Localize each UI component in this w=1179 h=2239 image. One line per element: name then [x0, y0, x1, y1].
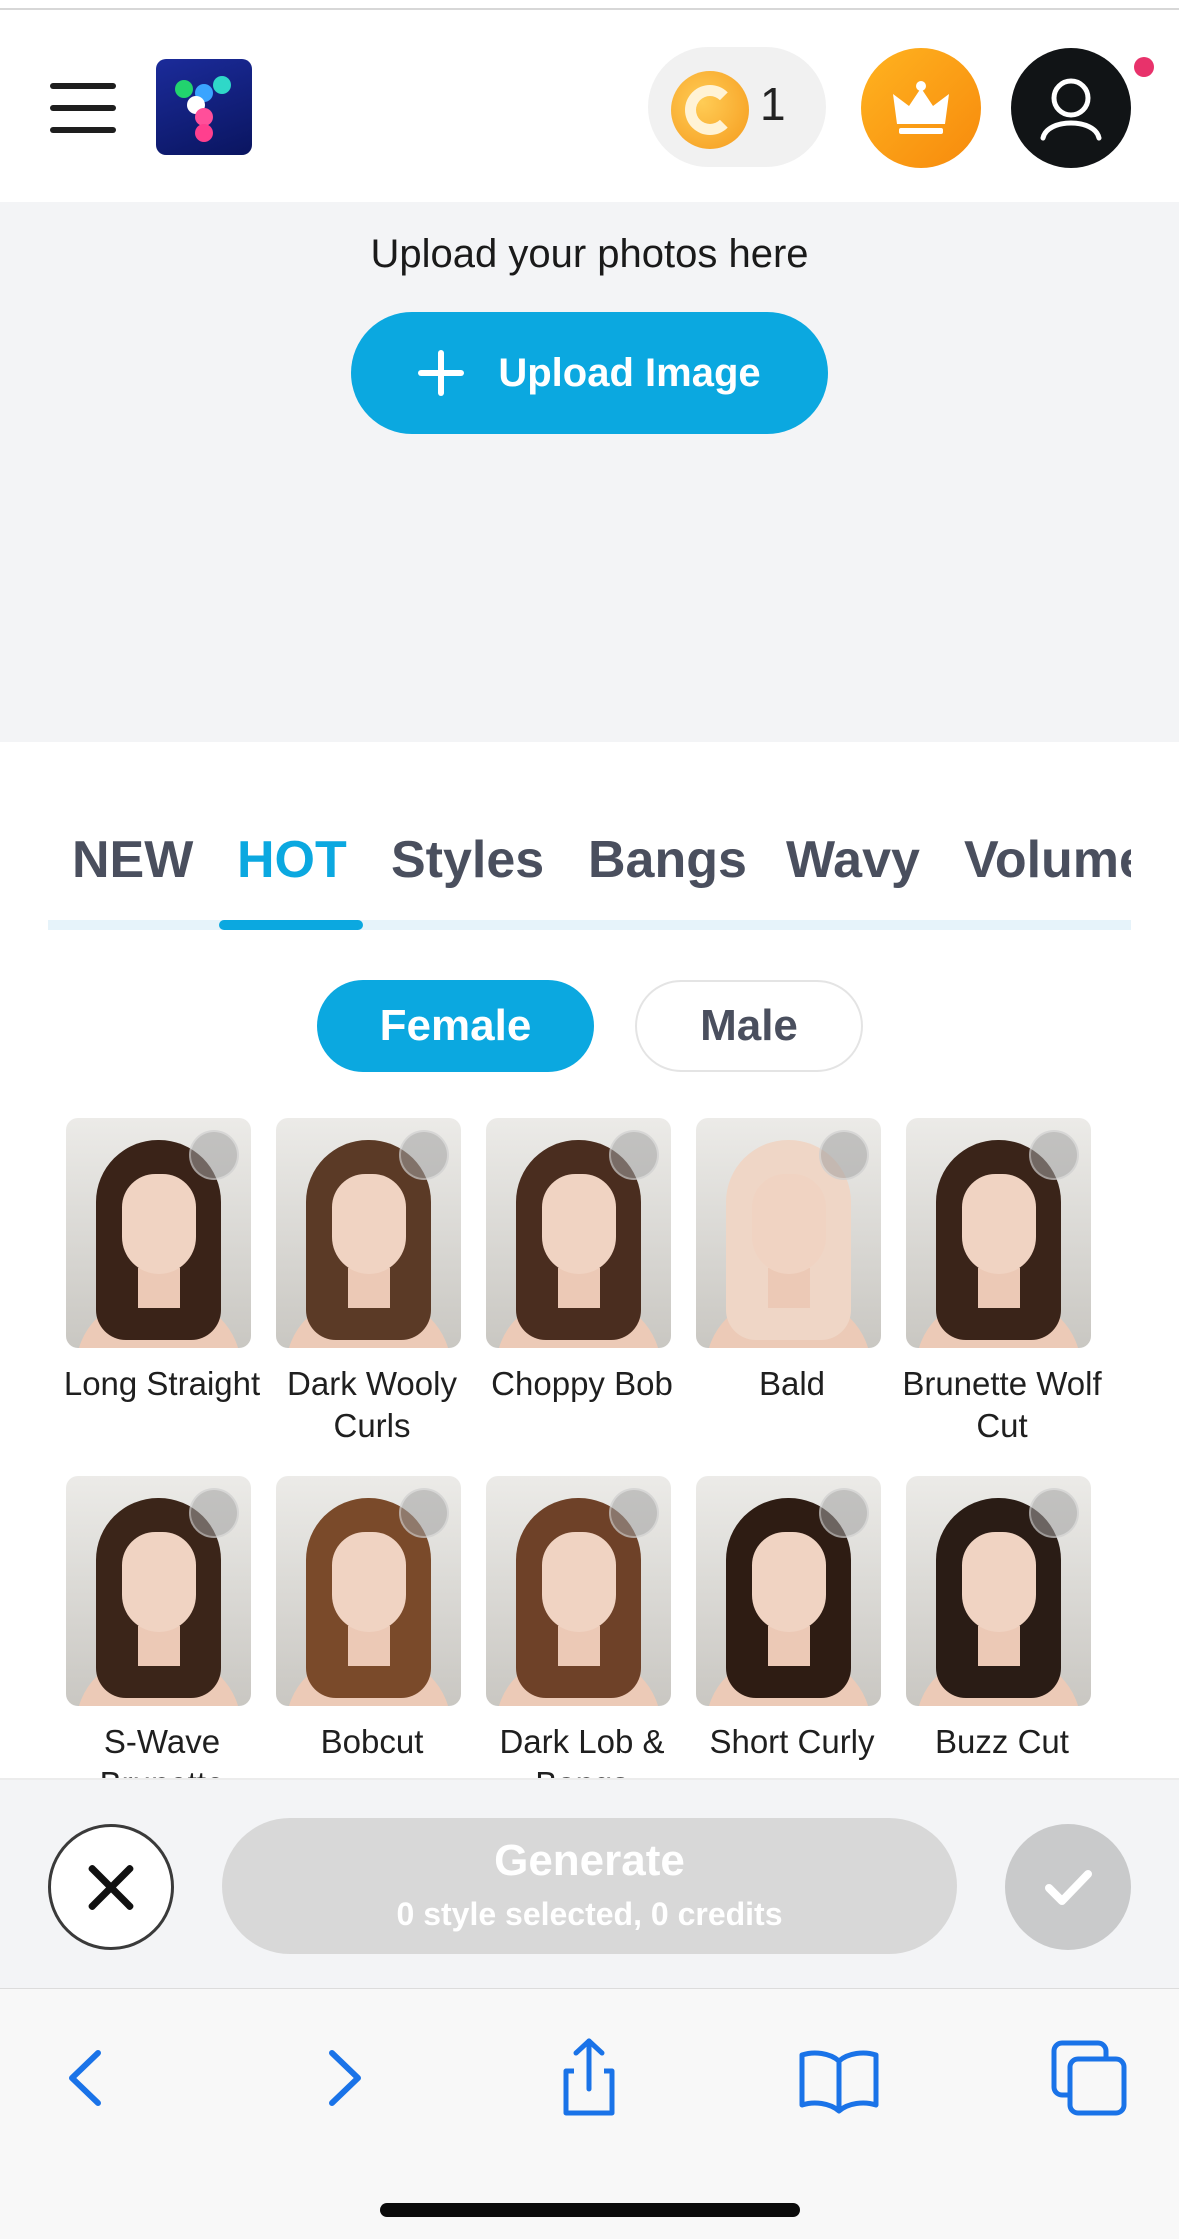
back-icon[interactable] — [42, 2033, 132, 2123]
hairstyle-thumbnail — [276, 1118, 461, 1348]
crown-icon — [893, 81, 949, 134]
generate-subtitle: 0 style selected, 0 credits — [396, 1896, 783, 1932]
select-radio-icon[interactable] — [819, 1488, 869, 1538]
confirm-button[interactable] — [1005, 1824, 1131, 1950]
active-tab-indicator — [219, 920, 363, 930]
action-bar: Generate 0 style selected, 0 credits — [0, 1778, 1179, 1988]
checkmark-icon — [1045, 1870, 1092, 1905]
hairstyle-name: Buzz Cut — [935, 1723, 1069, 1760]
close-icon[interactable] — [48, 1824, 174, 1950]
upload-dropzone[interactable]: Upload your photos here Upload Image — [0, 202, 1179, 742]
tab-bangs[interactable]: Bangs — [588, 830, 747, 890]
hairstyle-name: Dark Lob & Bangs — [499, 1723, 665, 1778]
hairstyle-thumbnail — [906, 1476, 1091, 1706]
male-filter-button[interactable]: Male — [635, 980, 863, 1072]
generate-title: Generate — [494, 1836, 685, 1885]
hairstyle-name: Long Straight — [63, 1365, 261, 1402]
browser-toolbar — [0, 1988, 1179, 2239]
category-tabs: NEW HOT Styles Bangs Wavy Volume — [48, 830, 1131, 930]
tabs-track — [48, 920, 1131, 930]
notification-dot — [1134, 57, 1154, 77]
hairstyle-thumbnail — [276, 1476, 461, 1706]
hairstyle-thumbnail — [486, 1118, 671, 1348]
hairstyle-thumbnail — [906, 1118, 1091, 1348]
tab-volume[interactable]: Volume — [964, 830, 1131, 890]
hairstyle-thumbnail — [696, 1118, 881, 1348]
upload-image-button[interactable]: Upload Image — [351, 312, 828, 434]
coin-icon — [671, 71, 749, 149]
select-radio-icon[interactable] — [1029, 1488, 1079, 1538]
home-indicator — [380, 2203, 800, 2217]
select-radio-icon[interactable] — [399, 1130, 449, 1180]
hairstyle-thumbnail — [696, 1476, 881, 1706]
tab-new[interactable]: NEW — [72, 830, 193, 890]
hairstyle-grid: Long Straight Dark Wooly Curls Choppy Bob B… — [0, 1118, 1179, 1778]
bookmarks-icon[interactable] — [794, 2033, 884, 2123]
select-radio-icon[interactable] — [399, 1488, 449, 1538]
credits-count: 1 — [760, 78, 786, 130]
select-radio-icon[interactable] — [1029, 1130, 1079, 1180]
hamburger-menu-icon[interactable] — [50, 83, 118, 135]
select-radio-icon[interactable] — [609, 1488, 659, 1538]
hairstyle-name: Short Curly — [709, 1723, 875, 1760]
select-radio-icon[interactable] — [819, 1130, 869, 1180]
select-radio-icon[interactable] — [609, 1130, 659, 1180]
app-logo[interactable] — [156, 59, 252, 155]
premium-crown-button[interactable] — [861, 48, 981, 168]
user-icon — [1040, 78, 1102, 141]
forward-icon[interactable] — [298, 2033, 388, 2123]
tab-wavy[interactable]: Wavy — [786, 830, 920, 890]
upload-hint: Upload your photos here — [370, 232, 809, 276]
hairstyle-name: S-Wave Brunette — [100, 1723, 225, 1778]
hairstyle-name: Bobcut — [320, 1723, 424, 1760]
hairstyle-name: Brunette Wolf Cut — [902, 1365, 1102, 1444]
upload-image-label: Upload Image — [498, 350, 761, 395]
app-header: 1 — [0, 10, 1179, 202]
select-radio-icon[interactable] — [189, 1130, 239, 1180]
hairstyle-name: Dark Wooly Curls — [287, 1365, 457, 1444]
hairstyle-thumbnail — [66, 1118, 251, 1348]
share-icon[interactable] — [544, 2033, 634, 2123]
generate-button[interactable]: Generate 0 style selected, 0 credits — [222, 1818, 957, 1954]
hairstyle-name: Choppy Bob — [491, 1365, 673, 1402]
hairstyle-thumbnail — [486, 1476, 671, 1706]
hairstyle-name: Bald — [758, 1365, 826, 1402]
hairstyle-thumbnail — [66, 1476, 251, 1706]
plus-icon — [418, 350, 465, 396]
female-filter-button[interactable]: Female — [317, 980, 594, 1072]
tab-styles[interactable]: Styles — [391, 830, 544, 890]
user-profile-button[interactable] — [1011, 48, 1131, 168]
tab-hot[interactable]: HOT — [237, 830, 347, 890]
tabs-icon[interactable] — [1044, 2033, 1134, 2123]
credits-balance[interactable]: 1 — [648, 47, 826, 167]
select-radio-icon[interactable] — [189, 1488, 239, 1538]
